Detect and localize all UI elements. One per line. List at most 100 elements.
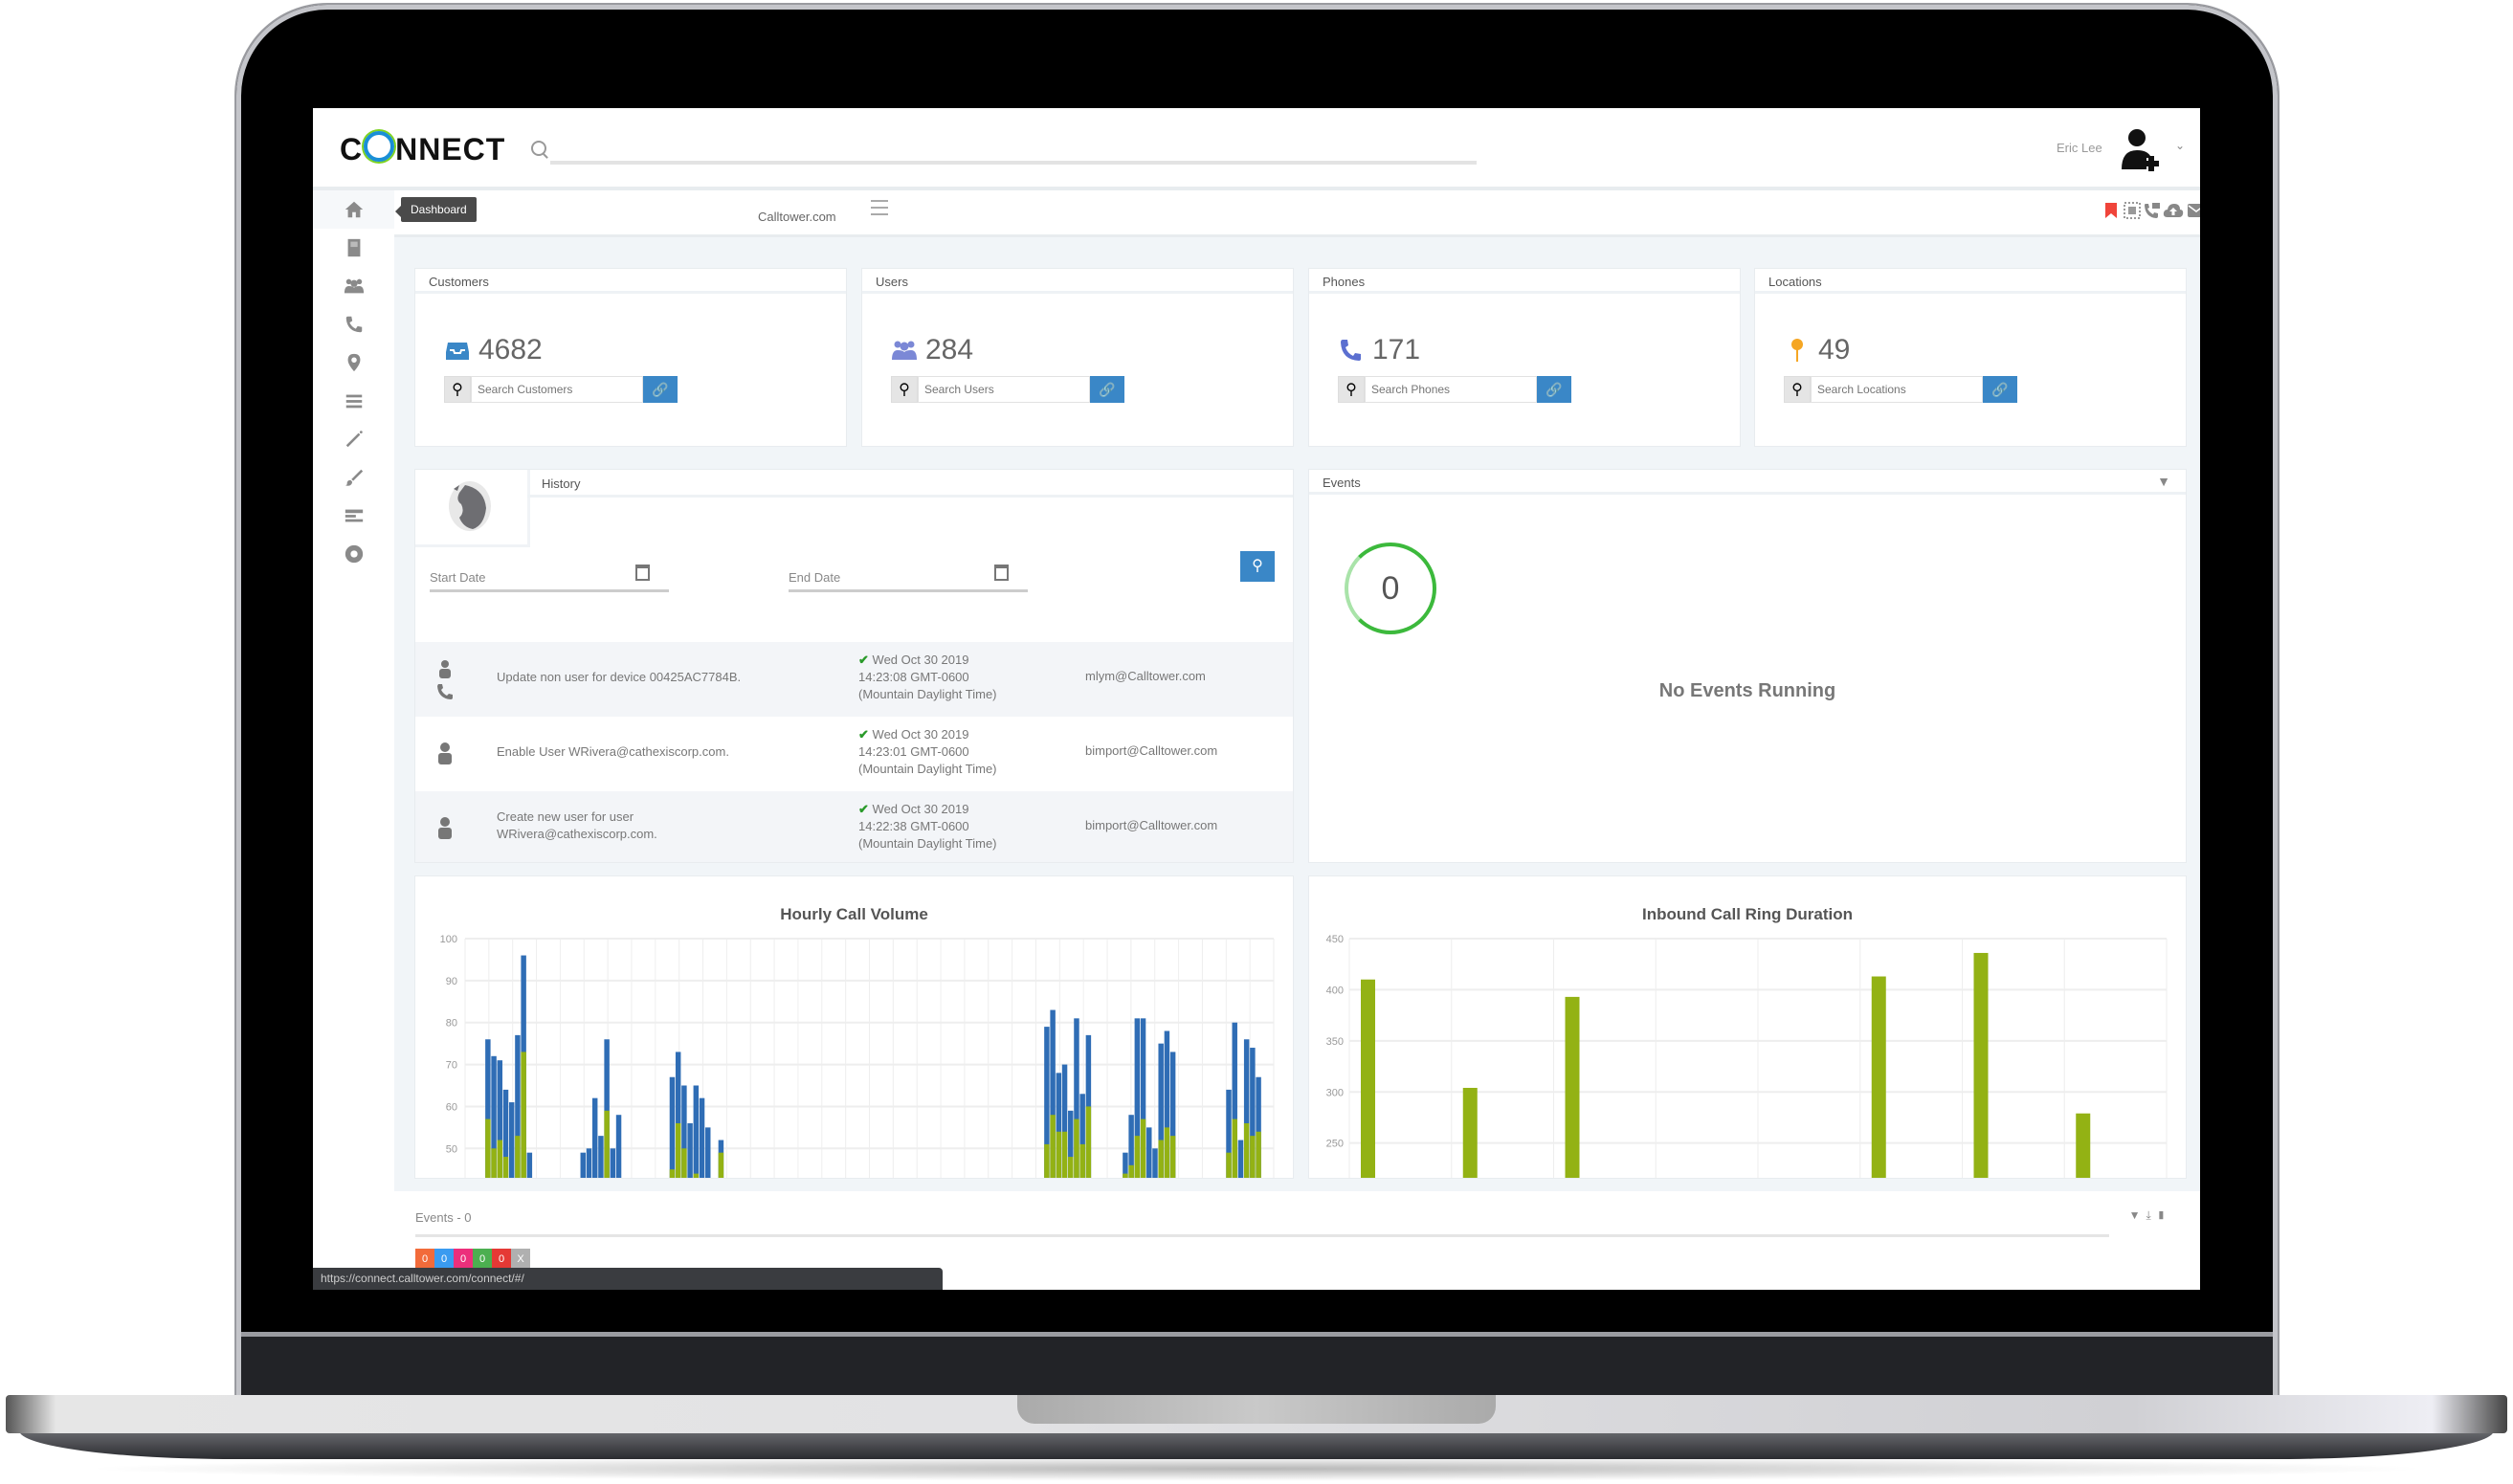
sidebar-item-users[interactable] — [313, 267, 394, 305]
qr-icon[interactable] — [2124, 202, 2141, 219]
bar-total[interactable] — [580, 1152, 587, 1178]
collapse-icon[interactable]: ▮ — [2157, 1208, 2171, 1222]
cloud-upload-icon[interactable] — [2163, 202, 2184, 219]
bookmark-icon[interactable] — [2102, 202, 2120, 219]
user-name[interactable]: Eric Lee — [2057, 141, 2102, 155]
bar-base[interactable] — [604, 1110, 610, 1178]
bar-base[interactable] — [1134, 1136, 1141, 1178]
bar-base[interactable] — [1158, 1140, 1164, 1178]
download-icon[interactable]: ⤓ — [2146, 1208, 2157, 1222]
bar-base[interactable] — [521, 1052, 526, 1178]
bar-base[interactable] — [1226, 1152, 1232, 1178]
link-icon[interactable]: 🔗 — [643, 376, 678, 403]
customers-search-input[interactable] — [471, 376, 643, 403]
bar-total[interactable] — [669, 1076, 676, 1178]
sidebar-item-phones[interactable] — [313, 305, 394, 343]
bar-total[interactable] — [705, 1127, 711, 1178]
calendar-icon[interactable] — [994, 565, 1009, 581]
sidebar-item-home[interactable] — [313, 190, 394, 229]
bar[interactable] — [1565, 996, 1580, 1178]
bar-base[interactable] — [693, 1173, 700, 1178]
bar-base[interactable] — [485, 1119, 491, 1178]
event-chip[interactable]: X — [511, 1249, 530, 1270]
bar-base[interactable] — [1140, 1119, 1146, 1178]
chevron-down-icon[interactable]: ⌄ — [2175, 139, 2185, 152]
sidebar-item-locations[interactable] — [313, 343, 394, 382]
pin-icon[interactable]: ▼ — [2157, 474, 2170, 489]
bar-total[interactable] — [586, 1148, 592, 1178]
users-search-input[interactable] — [918, 376, 1090, 403]
link-icon[interactable]: 🔗 — [1983, 376, 2017, 403]
event-chip[interactable]: 0 — [473, 1249, 492, 1270]
link-icon[interactable]: 🔗 — [1090, 376, 1124, 403]
end-date-field[interactable]: End Date — [789, 561, 1028, 592]
sidebar-item-tools[interactable] — [313, 420, 394, 458]
bar-base[interactable] — [1074, 1119, 1079, 1178]
user-add-icon[interactable] — [2120, 127, 2164, 171]
bar-base[interactable] — [1164, 1127, 1170, 1178]
bar-total[interactable] — [1237, 1140, 1244, 1178]
global-search-input[interactable] — [550, 161, 1477, 165]
bar-base[interactable] — [1123, 1173, 1128, 1178]
bar[interactable] — [1871, 976, 1886, 1178]
bar-total[interactable] — [526, 1152, 533, 1178]
bar-base[interactable] — [675, 1122, 681, 1178]
sidebar-item-customize[interactable] — [313, 458, 394, 497]
search-icon[interactable] — [531, 141, 546, 156]
bar-base[interactable] — [1056, 1131, 1062, 1178]
call-log-icon[interactable] — [2144, 202, 2161, 219]
bar[interactable] — [1361, 979, 1375, 1178]
locations-search-input[interactable] — [1811, 376, 1983, 403]
bar-base[interactable] — [1128, 1164, 1134, 1178]
history-search-button[interactable]: ⚲ — [1240, 551, 1275, 582]
bar-total[interactable] — [1152, 1148, 1158, 1178]
menu-icon[interactable] — [871, 200, 888, 215]
bar-base[interactable] — [718, 1152, 724, 1178]
history-row[interactable]: Create new user for user WRivera@cathexi… — [415, 791, 1293, 862]
mail-icon[interactable] — [2187, 202, 2200, 219]
event-chip[interactable]: 0 — [434, 1249, 454, 1270]
bar-base[interactable] — [1085, 1106, 1092, 1178]
sidebar-item-customers[interactable] — [313, 229, 394, 267]
bar-total[interactable] — [687, 1122, 693, 1178]
bar-total[interactable] — [508, 1102, 515, 1178]
bar-base[interactable] — [1243, 1122, 1250, 1178]
bar-total[interactable] — [1146, 1127, 1152, 1178]
sidebar-item-billing[interactable] — [313, 497, 394, 535]
locations-count[interactable]: 49 — [1818, 334, 1850, 366]
start-date-field[interactable]: Start Date — [430, 561, 669, 592]
bar-base[interactable] — [1232, 1119, 1237, 1178]
bar-base[interactable] — [1169, 1136, 1176, 1178]
connect-logo[interactable]: C NNECT — [340, 131, 505, 167]
bar-total[interactable] — [615, 1115, 622, 1178]
bar-base[interactable] — [681, 1148, 687, 1178]
bar-base[interactable] — [1068, 1157, 1074, 1178]
bar-base[interactable] — [502, 1157, 509, 1178]
bar[interactable] — [1462, 1087, 1478, 1178]
event-chip[interactable]: 0 — [415, 1249, 434, 1270]
sidebar-item-support[interactable] — [313, 535, 394, 573]
calendar-icon[interactable] — [635, 565, 650, 581]
bar[interactable] — [1973, 952, 1989, 1178]
bar-total[interactable] — [610, 1148, 616, 1178]
event-chip[interactable]: 0 — [454, 1249, 473, 1270]
bar-base[interactable] — [669, 1169, 676, 1178]
bar-base[interactable] — [1250, 1136, 1256, 1178]
event-chip[interactable]: 0 — [492, 1249, 511, 1270]
phones-search-input[interactable] — [1365, 376, 1537, 403]
filter-icon[interactable]: ▼ — [2129, 1208, 2146, 1222]
bar-base[interactable] — [1044, 1143, 1050, 1178]
bar-total[interactable] — [693, 1085, 700, 1178]
bar-total[interactable] — [591, 1097, 598, 1178]
phones-count[interactable]: 171 — [1372, 334, 1420, 366]
bar-base[interactable] — [1061, 1131, 1068, 1178]
bar-total[interactable] — [598, 1136, 604, 1178]
customers-count[interactable]: 4682 — [478, 334, 543, 366]
bar-base[interactable] — [1079, 1143, 1085, 1178]
sidebar-item-lists[interactable] — [313, 382, 394, 420]
bar-total[interactable] — [699, 1097, 705, 1178]
bar-base[interactable] — [1050, 1115, 1056, 1178]
bar[interactable] — [2076, 1113, 2091, 1178]
users-count[interactable]: 284 — [925, 334, 973, 366]
tenant-name[interactable]: Calltower.com — [758, 210, 836, 224]
